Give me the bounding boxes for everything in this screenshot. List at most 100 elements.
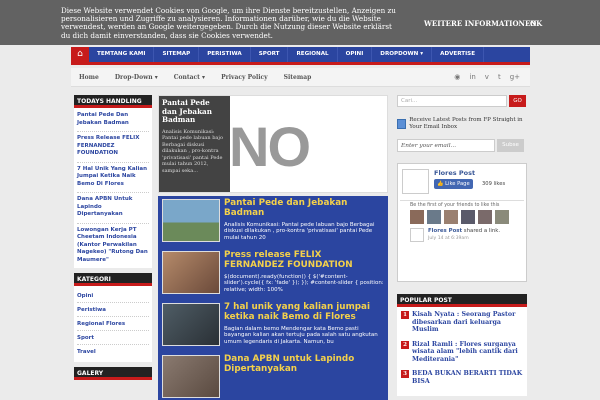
featured-slider[interactable]: NO Pantai Pede dan Jebakan Badman Analis… <box>158 95 388 193</box>
featured-overlay: Pantai Pede dan Jebakan Badman Analisis … <box>159 96 230 192</box>
list-item[interactable]: Lowongan Kerja PT Cheetam Indonesia (Kan… <box>77 227 149 265</box>
search-button[interactable]: GO <box>509 95 526 107</box>
fb-page-name[interactable]: Flores Post <box>434 169 475 177</box>
post-avatar <box>410 228 424 242</box>
avatar[interactable] <box>444 210 458 224</box>
popular-link[interactable]: Rizal Ramli : Flores surganya wisata ala… <box>412 341 523 364</box>
list-item[interactable]: Peristiwa <box>77 303 149 317</box>
kategori-title: KATEGORI <box>74 273 152 286</box>
twitter-icon[interactable]: t <box>498 73 501 81</box>
subscribe-promo: Receive Latest Posts from FP Straight in… <box>397 117 527 131</box>
popular-item[interactable]: 1 Kisah Nyata : Seorang Pastor dibesarkan… <box>401 311 523 334</box>
list-item[interactable]: Pantai Pede Dan Jebakan Badman <box>77 112 149 132</box>
search-input[interactable]: Cari... <box>397 95 507 107</box>
nav-item[interactable]: REGIONAL <box>288 47 338 62</box>
subnav-item[interactable]: Sitemap <box>276 74 320 81</box>
popular-posts: POPULAR POST 1 Kisah Nyata : Seorang Past… <box>397 294 527 396</box>
cookie-ok-button[interactable]: OK <box>530 19 542 28</box>
fb-post-action: shared a link. <box>463 228 501 234</box>
number-badge: 2 <box>401 340 409 349</box>
number-badge: 1 <box>401 311 409 319</box>
popular-item[interactable]: 2 Rizal Ramli : Flores surganya wisata al… <box>401 340 523 364</box>
post-title[interactable]: Pantai Pede dan Jebakan Badman <box>224 198 384 219</box>
list-item[interactable]: Sport <box>77 331 149 345</box>
subnav-item[interactable]: Drop-Down ▾ <box>107 74 166 81</box>
cookie-message: Diese Website verwendet Cookies von Goog… <box>61 6 396 40</box>
subnav-item[interactable]: Home <box>71 74 107 81</box>
subscribe-button[interactable]: Subse <box>497 139 524 152</box>
subnav-item[interactable]: Contact ▾ <box>166 74 213 81</box>
nav-item[interactable]: DROPDOWN ▾ <box>372 47 433 62</box>
popular-link[interactable]: Kisah Nyata : Seorang Pastor dibesarkan … <box>412 311 523 334</box>
receive-text: Receive Latest Posts from FP Straight in… <box>409 117 523 130</box>
post-item: Dana APBN untuk Lapindo Dipertanyakan <box>162 354 384 398</box>
nav-item[interactable]: TEMTANG KAMI <box>89 47 155 62</box>
email-subscribe: Enter your email... Subse <box>397 139 527 152</box>
list-item[interactable]: Dana APBN Untuk Lapindo Dipertanyakan <box>77 196 149 224</box>
avatar[interactable] <box>461 210 475 224</box>
kategori-list: Opini Peristiwa Regional Flores Sport Tr… <box>74 286 152 362</box>
friend-avatars <box>410 210 509 224</box>
handling-list: Pantai Pede Dan Jebakan Badman Press Rel… <box>74 108 152 268</box>
post-list: Pantai Pede dan Jebakan Badman Analisis K… <box>158 196 388 400</box>
list-item[interactable]: Regional Flores <box>77 317 149 331</box>
list-item[interactable]: 7 Hal Unik Yang Kalian Jumpai Ketika Nai… <box>77 166 149 193</box>
post-item: Press release FELIX FERNANDEZ FOUNDATION… <box>162 250 384 294</box>
friends-text: Be the first of your friends to like thi… <box>410 203 500 208</box>
handling-title: TODAYS HANDLING <box>74 95 152 108</box>
nav-item[interactable]: SITEMAP <box>154 47 200 62</box>
post-thumbnail[interactable] <box>162 355 220 398</box>
sub-nav: Home Drop-Down ▾ Contact ▾ Privacy Polic… <box>71 68 530 87</box>
post-thumbnail[interactable] <box>162 251 220 294</box>
more-info-link[interactable]: WEITERE INFORMATIONEN <box>424 19 537 28</box>
home-icon[interactable]: ⌂ <box>71 47 89 62</box>
post-item: 7 hal unik yang kalian jumpai ketika nai… <box>162 302 384 346</box>
popular-link[interactable]: BEDA BUKAN BERARTI TIDAK BISA <box>412 370 523 385</box>
nav-item[interactable]: ADVERTISE <box>432 47 485 62</box>
number-badge: 3 <box>401 370 409 378</box>
right-sidebar: Cari... GO Receive Latest Posts from FP … <box>397 95 527 396</box>
email-field[interactable]: Enter your email... <box>397 139 495 152</box>
cookie-banner: Diese Website verwendet Cookies von Goog… <box>0 0 600 45</box>
list-item[interactable]: Travel <box>77 345 149 359</box>
avatar[interactable] <box>478 210 492 224</box>
featured-image-text: NO <box>229 115 311 178</box>
search-box: Cari... GO <box>397 95 527 107</box>
main-nav: ⌂ TEMTANG KAMI SITEMAP PERISTIWA SPORT R… <box>71 47 530 65</box>
rss-icon[interactable]: ◉ <box>454 73 460 81</box>
vimeo-icon[interactable]: v <box>485 73 489 81</box>
divider <box>400 200 524 201</box>
gallery-title: GALERY <box>74 367 152 380</box>
page-logo <box>402 169 429 194</box>
like-count: 309 likes <box>482 181 506 187</box>
post-title[interactable]: Dana APBN untuk Lapindo Dipertanyakan <box>224 354 384 375</box>
avatar[interactable] <box>495 210 509 224</box>
facebook-widget: Flores Post 👍 Like Page 309 likes Be the… <box>397 163 527 282</box>
post-title[interactable]: Press release FELIX FERNANDEZ FOUNDATION <box>224 250 384 271</box>
nav-item[interactable]: PERISTIWA <box>199 47 251 62</box>
post-thumbnail[interactable] <box>162 303 220 346</box>
post-thumbnail[interactable] <box>162 199 220 242</box>
nav-item[interactable]: SPORT <box>251 47 289 62</box>
list-item[interactable]: Press Release FELIX FERNANDEZ FOUNDATION <box>77 135 149 163</box>
email-icon <box>397 119 407 129</box>
like-page-button[interactable]: 👍 Like Page <box>434 179 473 189</box>
post-title[interactable]: 7 hal unik yang kalian jumpai ketika nai… <box>224 302 384 323</box>
popular-list: 1 Kisah Nyata : Seorang Pastor dibesarkan… <box>397 307 527 396</box>
post-excerpt: Bagian dalam bemo Mendengar kata Bemo pa… <box>224 325 378 346</box>
nav-item[interactable]: OPINI <box>338 47 373 62</box>
subnav-item[interactable]: Privacy Policy <box>213 74 276 81</box>
post-excerpt: $(document).ready(function() { $('#conte… <box>224 273 384 294</box>
avatar[interactable] <box>427 210 441 224</box>
social-icons: ◉ in v t g+ <box>454 73 520 81</box>
list-item[interactable]: Opini <box>77 289 149 303</box>
popular-item[interactable]: 3 BEDA BUKAN BERARTI TIDAK BISA <box>401 370 523 385</box>
main-content: NO Pantai Pede dan Jebakan Badman Analis… <box>158 95 388 400</box>
linkedin-icon[interactable]: in <box>469 73 475 81</box>
fb-post-author[interactable]: Flores Post <box>428 228 462 234</box>
google-plus-icon[interactable]: g+ <box>510 73 520 81</box>
featured-excerpt: Analisis Komunikasi: Pantai pede labuan … <box>162 128 223 174</box>
avatar[interactable] <box>410 210 424 224</box>
left-sidebar: TODAYS HANDLING Pantai Pede Dan Jebakan … <box>74 95 152 380</box>
featured-title[interactable]: Pantai Pede dan Jebakan Badman <box>162 98 227 125</box>
